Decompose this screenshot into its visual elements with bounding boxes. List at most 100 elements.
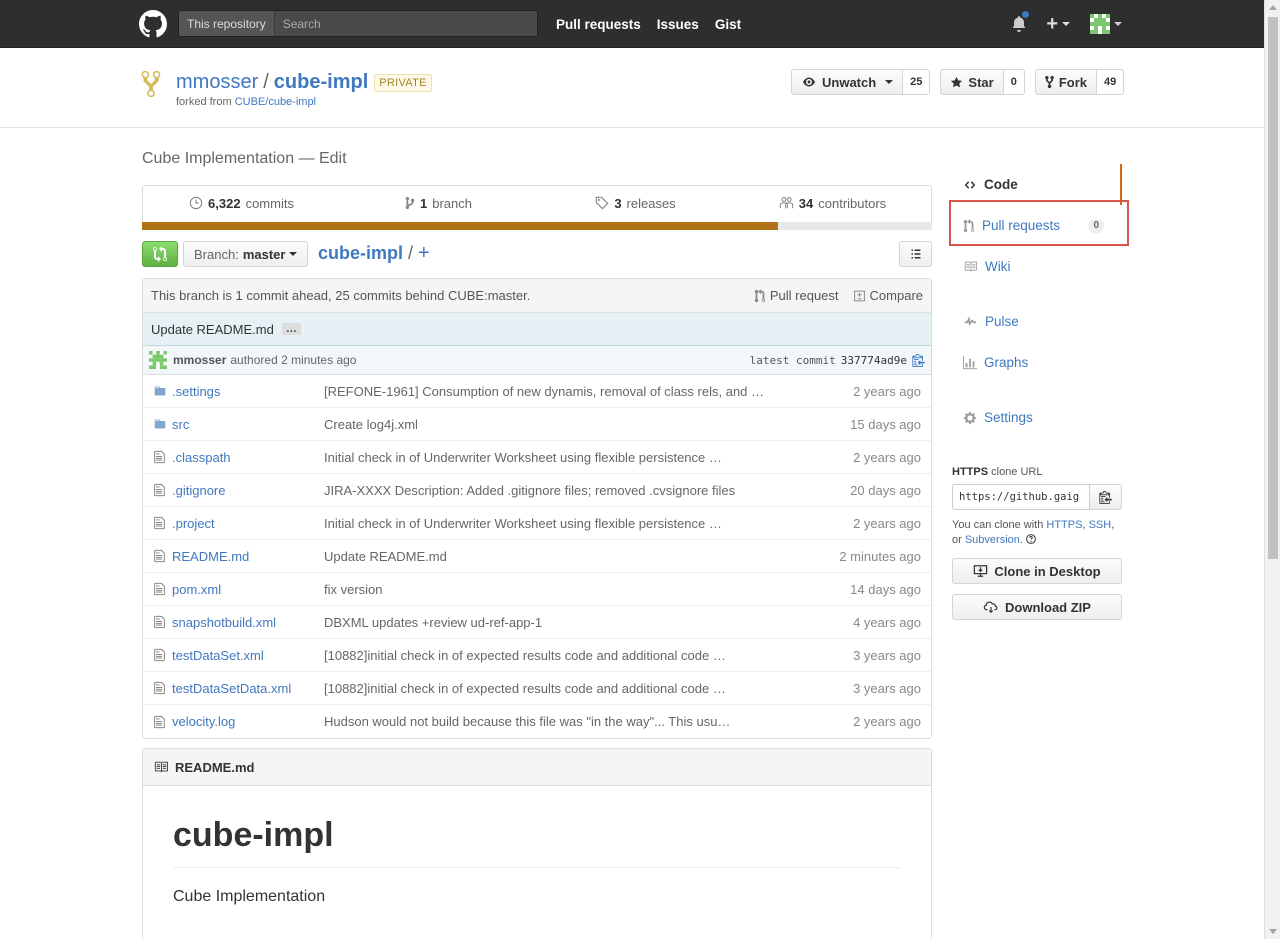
file-age: 2 years ago — [853, 449, 921, 465]
repo-head: mmosser / cube-impl PRIVATE forked from … — [0, 49, 1264, 128]
clone-https-link[interactable]: HTTPS — [1046, 519, 1082, 531]
list-view-button[interactable] — [899, 241, 932, 267]
repo-forked-icon — [141, 70, 161, 98]
git-compare-icon — [153, 246, 167, 262]
sidenav-pulse[interactable]: Pulse — [952, 301, 1122, 342]
file-commit-message-link[interactable]: Initial check in of Underwriter Workshee… — [324, 450, 774, 465]
file-name-link[interactable]: snapshotbuild.xml — [172, 615, 324, 630]
file-name-link[interactable]: README.md — [172, 549, 324, 564]
star-group: Star 0 — [940, 69, 1025, 95]
sidenav-settings[interactable]: Settings — [952, 397, 1122, 438]
file-name-link[interactable]: velocity.log — [172, 714, 324, 729]
nav-gist[interactable]: Gist — [715, 17, 741, 32]
compare-link[interactable]: Compare — [853, 288, 923, 303]
clone-ssh-link[interactable]: SSH — [1089, 519, 1112, 531]
user-avatar-menu[interactable] — [1090, 14, 1122, 34]
branch-status-text: This branch is 1 commit ahead, 25 commit… — [151, 288, 531, 303]
commit-tease-meta: mmosser authored 2 minutes ago latest co… — [143, 346, 931, 375]
pull-request-link[interactable]: Pull request — [754, 288, 839, 303]
file-commit-message-link[interactable]: JIRA-XXXX Description: Added .gitignore … — [324, 483, 774, 498]
file-text-icon — [143, 715, 172, 729]
file-navigation: Branch: master cube-impl / + — [142, 241, 932, 267]
page-scrollbar[interactable] — [1264, 0, 1280, 939]
file-commit-message-link[interactable]: [10882]initial check in of expected resu… — [324, 681, 774, 696]
file-name-link[interactable]: .classpath — [172, 450, 324, 465]
file-row: src Create log4j.xml 15 days ago — [143, 408, 931, 441]
github-logo-icon[interactable] — [139, 10, 167, 38]
branch-select-button[interactable]: Branch: master — [183, 241, 309, 267]
scroll-down-arrow-icon[interactable] — [1269, 929, 1277, 934]
commit-author-link[interactable]: mmosser — [173, 353, 226, 367]
clone-help-or: or — [952, 534, 962, 546]
create-new-plus-icon[interactable]: + — [1046, 13, 1070, 36]
file-commit-message-link[interactable]: DBXML updates +review ud-ref-app-1 — [324, 615, 774, 630]
file-commit-message-link[interactable]: [10882]initial check in of expected resu… — [324, 648, 774, 663]
commit-sha-link[interactable]: 337774ad9e — [841, 354, 907, 367]
latest-commit-label: latest commit — [749, 353, 836, 367]
compare-review-button[interactable] — [142, 241, 178, 267]
contributors-label: contributors — [818, 195, 887, 211]
file-name-link[interactable]: .gitignore — [172, 483, 324, 498]
file-commit-message-link[interactable]: Initial check in of Underwriter Workshee… — [324, 516, 774, 531]
search-scope-label[interactable]: This repository — [179, 11, 275, 36]
file-commit-message-link[interactable]: [REFONE-1961] Consumption of new dynamis… — [324, 384, 774, 399]
tag-icon — [596, 196, 609, 210]
file-name-link[interactable]: .project — [172, 516, 324, 531]
star-button[interactable]: Star — [940, 69, 1004, 95]
repo-name-link[interactable]: cube-impl — [274, 71, 368, 94]
new-file-plus-link[interactable]: + — [418, 242, 430, 265]
branch-prefix: Branch: — [194, 246, 239, 262]
star-count[interactable]: 0 — [1003, 69, 1025, 95]
search-input[interactable] — [274, 11, 537, 36]
file-name-link[interactable]: .settings — [172, 384, 324, 399]
header-right: + — [1012, 0, 1122, 48]
expand-commit-button[interactable]: … — [281, 323, 301, 335]
clone-url-input[interactable] — [952, 484, 1090, 510]
file-age: 3 years ago — [853, 647, 921, 663]
file-name-link[interactable]: src — [172, 417, 324, 432]
file-text-icon — [143, 483, 172, 497]
copy-clone-url-button[interactable] — [1090, 484, 1122, 510]
file-name-link[interactable]: pom.xml — [172, 582, 324, 597]
repository-description: Cube Implementation — Edit — [142, 150, 347, 167]
pagehead-actions: Unwatch 25 Star 0 Fork 49 — [791, 69, 1125, 95]
sidenav-code[interactable]: Code — [952, 164, 1122, 205]
scroll-up-arrow-icon[interactable] — [1269, 5, 1277, 10]
fork-count[interactable]: 49 — [1097, 69, 1125, 95]
branch-infobar: This branch is 1 commit ahead, 25 commit… — [143, 279, 931, 313]
nav-pull-requests[interactable]: Pull requests — [556, 17, 641, 32]
commit-message-link[interactable]: Update README.md — [151, 322, 274, 337]
unwatch-button[interactable]: Unwatch — [791, 69, 904, 95]
breadcrumb-root-link[interactable]: cube-impl — [318, 243, 403, 264]
file-name-link[interactable]: testDataSet.xml — [172, 648, 324, 663]
fork-button[interactable]: Fork — [1034, 69, 1098, 95]
file-commit-message-link[interactable]: Update README.md — [324, 549, 774, 564]
notifications-bell-icon[interactable] — [1012, 10, 1031, 32]
clippy-copy-icon[interactable] — [912, 353, 925, 367]
watch-count[interactable]: 25 — [903, 69, 931, 95]
file-commit-message-link[interactable]: Hudson would not build because this file… — [324, 714, 774, 729]
sidenav-divider — [952, 383, 1122, 397]
git-pull-request-icon — [754, 288, 766, 302]
question-help-icon[interactable] — [1026, 534, 1036, 544]
file-row: README.md Update README.md 2 minutes ago — [143, 540, 931, 573]
sidenav-graphs[interactable]: Graphs — [952, 342, 1122, 383]
clone-protocol[interactable]: HTTPS — [952, 466, 988, 478]
repo-owner-link[interactable]: mmosser — [176, 71, 258, 94]
clone-subversion-link[interactable]: Subversion — [965, 534, 1020, 546]
file-name-link[interactable]: testDataSetData.xml — [172, 681, 324, 696]
file-commit-message-link[interactable]: fix version — [324, 582, 774, 597]
fork-source-link[interactable]: CUBE/cube-impl — [235, 96, 316, 108]
language-bar[interactable] — [142, 222, 932, 230]
clone-panel: HTTPS clone URL You can clone with HTTPS… — [952, 466, 1122, 620]
file-commit-message-link[interactable]: Create log4j.xml — [324, 417, 774, 432]
scrollbar-thumb[interactable] — [1268, 17, 1278, 559]
book-icon — [154, 761, 168, 773]
file-text-icon — [143, 450, 172, 464]
sidenav-wiki[interactable]: Wiki — [952, 246, 1122, 287]
clone-in-desktop-button[interactable]: Clone in Desktop — [952, 558, 1122, 584]
repo-title-separator: / — [263, 71, 269, 93]
download-zip-button[interactable]: Download ZIP — [952, 594, 1122, 620]
nav-issues[interactable]: Issues — [657, 17, 699, 32]
book-icon — [964, 261, 977, 272]
